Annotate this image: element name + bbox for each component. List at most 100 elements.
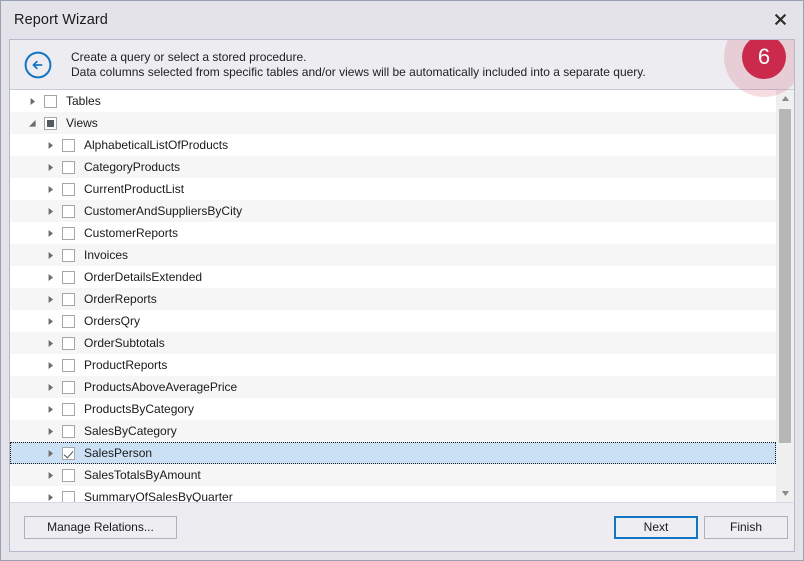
expander-expand-icon[interactable] — [44, 227, 57, 240]
scrollbar-track[interactable] — [777, 107, 794, 485]
wizard-description-line1: Create a query or select a stored proced… — [71, 49, 307, 64]
tree-row-label: CategoryProducts — [84, 160, 181, 174]
tree-row-label: Invoices — [84, 248, 129, 262]
tree-row-checkbox[interactable] — [62, 204, 75, 218]
tree-row-checkbox[interactable] — [44, 94, 57, 108]
tree-row[interactable]: OrderReports — [10, 288, 776, 310]
back-button[interactable] — [23, 50, 53, 80]
scroll-down-arrow-icon — [781, 491, 790, 496]
tree-row-checkbox[interactable] — [62, 292, 75, 306]
tree-row[interactable]: Invoices — [10, 244, 776, 266]
expander-expand-icon[interactable] — [44, 425, 57, 438]
tree-row-label: OrderSubtotals — [84, 336, 165, 350]
tree-row[interactable]: CustomerAndSuppliersByCity — [10, 200, 776, 222]
tree-row-checkbox[interactable] — [62, 402, 75, 416]
tree-row-checkbox[interactable] — [62, 226, 75, 240]
tree-row-label: OrderDetailsExtended — [84, 270, 203, 284]
wizard-description-line2: Data columns selected from specific tabl… — [71, 64, 646, 79]
expander-expand-icon[interactable] — [44, 205, 57, 218]
tree-row[interactable]: OrdersQry — [10, 310, 776, 332]
tree-row-checkbox[interactable] — [62, 138, 75, 152]
tree-row-checkbox[interactable] — [62, 468, 75, 482]
wizard-description: Create a query or select a stored proced… — [71, 50, 646, 80]
tree-row-label: OrderReports — [84, 292, 157, 306]
expander-expand-icon[interactable] — [44, 161, 57, 174]
scroll-down-button[interactable] — [777, 485, 794, 502]
tree-vertical-scrollbar[interactable] — [776, 90, 794, 502]
tree-row[interactable]: SalesTotalsByAmount — [10, 464, 776, 486]
report-wizard-window: Report Wizard Create a query or select a… — [0, 0, 804, 561]
close-icon — [774, 13, 786, 26]
tree-row[interactable]: ProductsAboveAveragePrice — [10, 376, 776, 398]
wizard-header: Create a query or select a stored proced… — [10, 40, 794, 90]
tree-row-checkbox[interactable] — [62, 446, 75, 460]
expander-expand-icon[interactable] — [44, 403, 57, 416]
expander-collapse-icon[interactable] — [26, 117, 39, 130]
tree-row-checkbox[interactable] — [62, 490, 75, 502]
tree-row[interactable]: SalesPerson — [10, 442, 776, 464]
expander-expand-icon[interactable] — [44, 139, 57, 152]
tree-row-checkbox[interactable] — [62, 336, 75, 350]
tree-row-label: CustomerAndSuppliersByCity — [84, 204, 243, 218]
tree-row-label: CurrentProductList — [84, 182, 185, 196]
tree-row[interactable]: ProductReports — [10, 354, 776, 376]
tree-row-checkbox[interactable] — [62, 424, 75, 438]
expander-expand-icon[interactable] — [44, 447, 57, 460]
expander-expand-icon[interactable] — [44, 271, 57, 284]
tree-row-label: Tables — [66, 94, 101, 108]
tree-row-checkbox[interactable] — [62, 270, 75, 284]
scroll-up-button[interactable] — [777, 90, 794, 107]
window-title: Report Wizard — [14, 12, 108, 28]
tree-row-checkbox[interactable] — [62, 182, 75, 196]
manage-relations-button[interactable]: Manage Relations... — [24, 515, 177, 539]
tree-row[interactable]: ProductsByCategory — [10, 398, 776, 420]
back-arrow-circle-icon — [24, 51, 52, 78]
close-button[interactable] — [757, 1, 803, 38]
expander-expand-icon[interactable] — [44, 381, 57, 394]
tree-row-label: ProductsAboveAveragePrice — [84, 380, 238, 394]
expander-expand-icon[interactable] — [44, 359, 57, 372]
tree-row-label: Views — [66, 116, 98, 130]
expander-expand-icon[interactable] — [44, 337, 57, 350]
tree-row[interactable]: CurrentProductList — [10, 178, 776, 200]
tree-row-checkbox[interactable] — [62, 160, 75, 174]
tree-row-label: SummaryOfSalesByQuarter — [84, 490, 233, 502]
tree-row[interactable]: SalesByCategory — [10, 420, 776, 442]
expander-expand-icon[interactable] — [44, 249, 57, 262]
tree-row-checkbox[interactable] — [62, 314, 75, 328]
tree-row-checkbox[interactable] — [62, 380, 75, 394]
tree-row[interactable]: Views — [10, 112, 776, 134]
tree-row-label: ProductsByCategory — [84, 402, 195, 416]
expander-expand-icon[interactable] — [44, 293, 57, 306]
expander-expand-icon[interactable] — [44, 315, 57, 328]
next-button[interactable]: Next — [614, 515, 698, 539]
data-source-tree-panel: Tables Views AlphabeticalListOfProducts Cat… — [10, 90, 794, 502]
tree-row[interactable]: OrderDetailsExtended — [10, 266, 776, 288]
tree-row[interactable]: CustomerReports — [10, 222, 776, 244]
tree-row[interactable]: Tables — [10, 90, 776, 112]
tree-row-label: SalesPerson — [84, 446, 153, 460]
tree-row[interactable]: CategoryProducts — [10, 156, 776, 178]
tree-row-label: SalesByCategory — [84, 424, 177, 438]
expander-expand-icon[interactable] — [44, 183, 57, 196]
tree-row[interactable]: OrderSubtotals — [10, 332, 776, 354]
tree-row[interactable]: SummaryOfSalesByQuarter — [10, 486, 776, 502]
data-source-tree[interactable]: Tables Views AlphabeticalListOfProducts Cat… — [10, 90, 776, 502]
expander-expand-icon[interactable] — [26, 95, 39, 108]
tree-row[interactable]: AlphabeticalListOfProducts — [10, 134, 776, 156]
title-bar: Report Wizard — [1, 1, 803, 39]
tree-row-checkbox[interactable] — [44, 116, 57, 130]
scroll-up-arrow-icon — [781, 96, 790, 101]
scrollbar-thumb[interactable] — [779, 109, 791, 443]
expander-expand-icon[interactable] — [44, 491, 57, 503]
tree-row-label: SalesTotalsByAmount — [84, 468, 201, 482]
client-area: Create a query or select a stored proced… — [9, 39, 795, 552]
tree-row-checkbox[interactable] — [62, 358, 75, 372]
tree-row-checkbox[interactable] — [62, 248, 75, 262]
finish-button[interactable]: Finish — [704, 515, 788, 539]
wizard-footer: Manage Relations... Next Finish — [10, 502, 794, 551]
expander-expand-icon[interactable] — [44, 469, 57, 482]
tree-row-label: AlphabeticalListOfProducts — [84, 138, 229, 152]
tree-row-label: CustomerReports — [84, 226, 179, 240]
tree-row-label: ProductReports — [84, 358, 168, 372]
